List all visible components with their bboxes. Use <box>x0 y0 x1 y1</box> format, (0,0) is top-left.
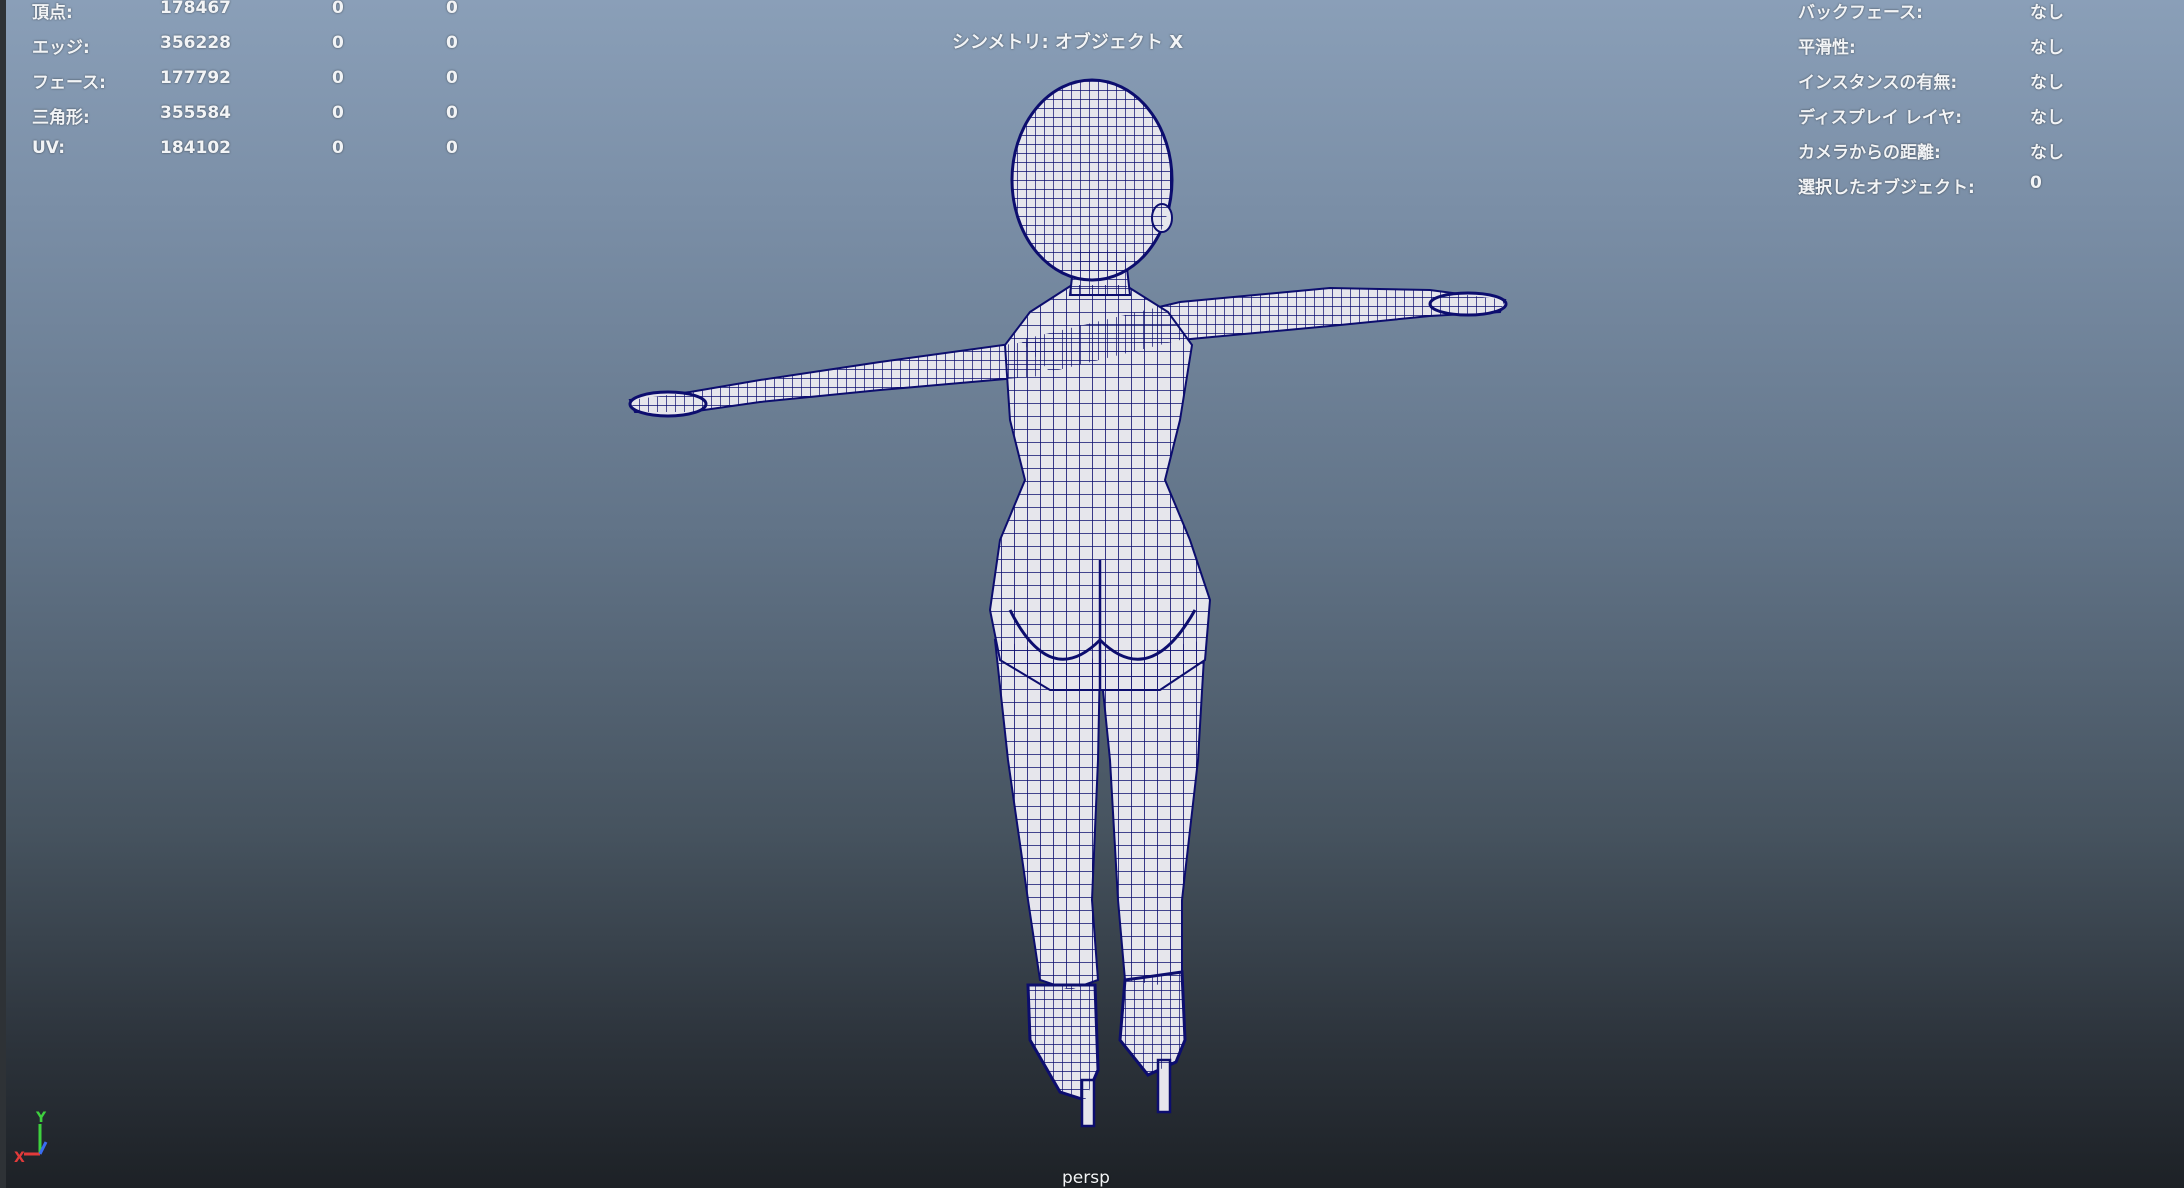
stat-label: 頂点: <box>32 3 73 23</box>
stat-count: 178467 <box>160 0 231 18</box>
info-value: なし <box>2030 38 2064 58</box>
stat-label: フェース: <box>32 73 106 93</box>
info-value: なし <box>2030 73 2064 93</box>
stat-label: エッジ: <box>32 38 90 58</box>
stat-row-faces: フェース: 177792 0 0 <box>32 62 472 97</box>
maya-perspective-viewport[interactable]: 頂点: 178467 0 0 エッジ: 356228 0 0 フェース: 177… <box>0 0 2184 1188</box>
info-label: 選択したオブジェクト: <box>1798 178 1975 198</box>
stat-uv: 0 <box>446 0 458 18</box>
info-value: 0 <box>2030 173 2042 193</box>
stat-row-uvs: UV: 184102 0 0 <box>32 132 472 167</box>
info-row-camera-distance: カメラからの距離: なし <box>1798 132 2138 167</box>
stat-label: UV: <box>32 138 65 158</box>
info-row-display-layer: ディスプレイ レイヤ: なし <box>1798 97 2138 132</box>
stat-row-vertices: 頂点: 178467 0 0 <box>32 0 472 27</box>
stat-uv: 0 <box>446 33 458 53</box>
info-row-backfaces: バックフェース: なし <box>1798 0 2138 27</box>
info-row-instance: インスタンスの有無: なし <box>1798 62 2138 97</box>
info-label: 平滑性: <box>1798 38 1856 58</box>
info-label: インスタンスの有無: <box>1798 73 1958 93</box>
stat-uv: 0 <box>446 138 458 158</box>
stat-label: 三角形: <box>32 108 90 128</box>
info-row-selected-objects: 選択したオブジェクト: 0 <box>1798 167 2138 202</box>
stat-selected: 0 <box>332 0 344 18</box>
stat-selected: 0 <box>332 68 344 88</box>
stat-row-edges: エッジ: 356228 0 0 <box>32 27 472 62</box>
stat-count: 355584 <box>160 103 231 123</box>
stat-uv: 0 <box>446 68 458 88</box>
axis-x-label: X <box>14 1150 25 1166</box>
axis-y-label: Y <box>35 1110 47 1126</box>
stat-row-triangles: 三角形: 355584 0 0 <box>32 97 472 132</box>
stat-selected: 0 <box>332 33 344 53</box>
info-row-smoothness: 平滑性: なし <box>1798 27 2138 62</box>
stat-selected: 0 <box>332 103 344 123</box>
info-value: なし <box>2030 143 2064 163</box>
stat-count: 184102 <box>160 138 231 158</box>
info-value: なし <box>2030 3 2064 23</box>
info-label: カメラからの距離: <box>1798 143 1941 163</box>
stat-count: 356228 <box>160 33 231 53</box>
info-label: バックフェース: <box>1798 3 1923 23</box>
symmetry-status: シンメトリ: オブジェクト X <box>952 32 1184 53</box>
stat-uv: 0 <box>446 103 458 123</box>
object-details-hud: バックフェース: なし 平滑性: なし インスタンスの有無: なし ディスプレイ… <box>1798 0 2138 202</box>
poly-count-stats: 頂点: 178467 0 0 エッジ: 356228 0 0 フェース: 177… <box>32 0 472 167</box>
camera-name-label: persp <box>1062 1168 1110 1188</box>
stat-selected: 0 <box>332 138 344 158</box>
stat-count: 177792 <box>160 68 231 88</box>
info-value: なし <box>2030 108 2064 128</box>
mesh-wireframe-grid <box>630 80 1505 1100</box>
info-label: ディスプレイ レイヤ: <box>1798 108 1963 128</box>
axis-gizmo-icon: Y X <box>14 1110 48 1166</box>
